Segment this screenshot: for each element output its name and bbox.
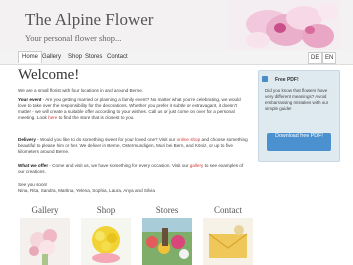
pdf-icon	[262, 76, 268, 82]
site-header: The Alpine Flower Your personal flower s…	[0, 0, 353, 50]
nav-stores[interactable]: Stores	[82, 52, 105, 63]
nav-gallery[interactable]: Gallery	[39, 52, 64, 63]
event-paragraph: Your event - Are you getting married or …	[18, 97, 250, 121]
stores-thumbnail[interactable]	[142, 218, 192, 265]
site-tagline: Your personal flower shop...	[25, 33, 122, 43]
intro-text: We are a small florist with four locatio…	[18, 88, 144, 93]
free-pdf-title: Free PDF!	[275, 77, 299, 83]
delivery-paragraph: Delivery - Would you like to do somethin…	[18, 137, 250, 155]
lang-en-button[interactable]: EN	[322, 52, 337, 64]
free-pdf-text: Did you know that flowers have very diff…	[265, 88, 329, 111]
section-gallery-title[interactable]: Gallery	[20, 205, 70, 215]
delivery-text: - Would you like to do something sweet f…	[35, 137, 177, 142]
lang-de-button[interactable]: DE	[308, 52, 323, 64]
gallery-thumbnail[interactable]	[20, 218, 70, 265]
event-text-end: to find the store that is closest to you…	[57, 115, 135, 120]
free-pdf-box: Free PDF! Did you know that flowers have…	[258, 70, 340, 162]
section-shop-title[interactable]: Shop	[81, 205, 131, 215]
gallery-link[interactable]: gallery	[190, 163, 204, 168]
offer-title: What we offer	[18, 163, 49, 168]
nav-contact[interactable]: Contact	[104, 52, 131, 63]
section-stores-title[interactable]: Stores	[142, 205, 192, 215]
main-nav: Home Gallery Shop Stores Contact DE EN	[0, 50, 353, 65]
offer-text: - Come and visit us, we have something f…	[48, 163, 190, 168]
delivery-title: Delivery	[18, 137, 36, 142]
shop-thumbnail[interactable]	[81, 218, 131, 265]
orchid-header-image	[228, 0, 340, 50]
online-shop-link[interactable]: online shop	[177, 137, 201, 142]
team-signature: Nina, Rita, Sandra, Martina, Yelena, Sop…	[18, 188, 155, 193]
contact-thumbnail[interactable]	[203, 218, 253, 265]
site-title[interactable]: The Alpine Flower	[25, 10, 153, 30]
welcome-heading: Welcome!	[18, 67, 80, 83]
event-title: Your event	[18, 97, 42, 102]
offer-paragraph: What we offer - Come and visit us, we ha…	[18, 163, 250, 175]
section-contact-title[interactable]: Contact	[203, 205, 253, 215]
stores-here-link[interactable]: here	[48, 115, 57, 120]
download-pdf-button[interactable]: Download free PDF!	[267, 133, 331, 151]
